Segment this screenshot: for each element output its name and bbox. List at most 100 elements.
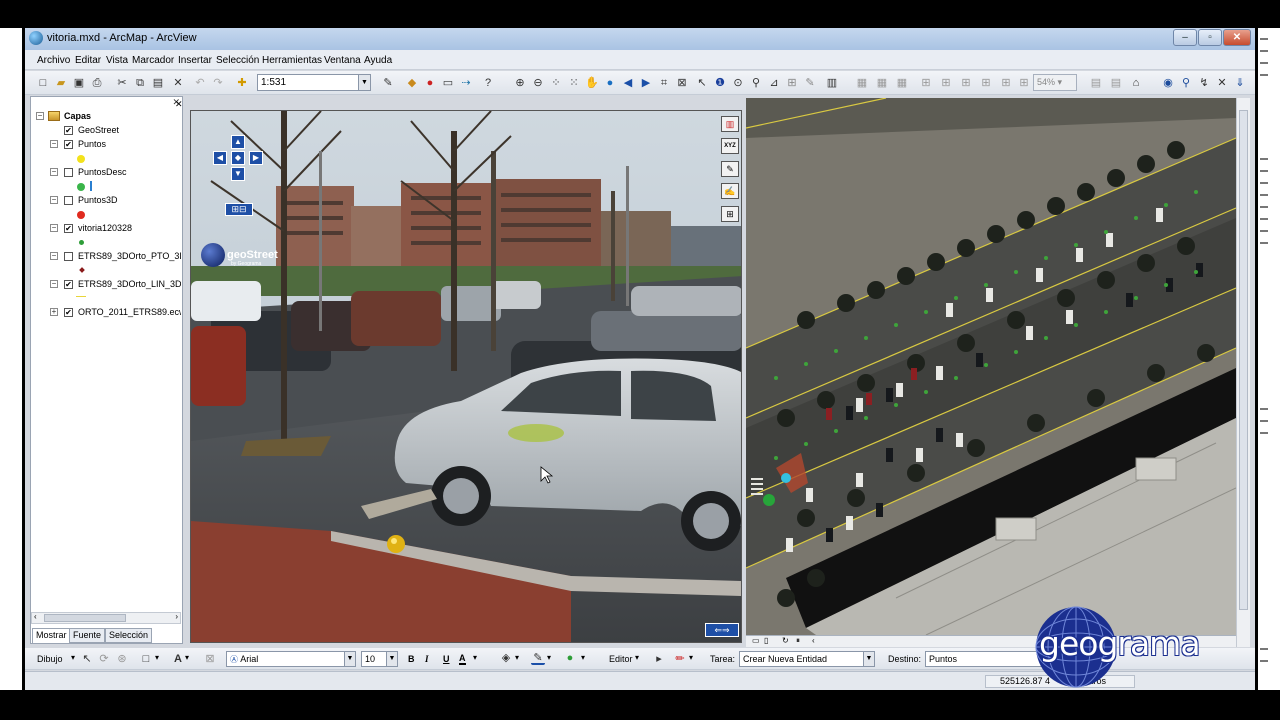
edit-tool-icon[interactable]: ▸ <box>652 652 666 666</box>
pan-icon[interactable]: ✋ <box>585 76 599 90</box>
dibujo-dropdown-icon[interactable]: ▾ <box>71 653 75 662</box>
menu-vista[interactable]: Vista <box>106 55 128 66</box>
select-pointer-icon[interactable]: ↖ <box>80 652 94 666</box>
toolbox-red-icon[interactable]: ● <box>423 76 437 90</box>
map-view[interactable] <box>746 98 1236 635</box>
new-file-icon[interactable]: □ <box>36 76 50 90</box>
edit-vertices-icon[interactable]: ⊠ <box>203 652 217 666</box>
collapse-icon[interactable]: − <box>36 112 44 120</box>
cut-icon[interactable]: ✂ <box>115 76 129 90</box>
layout-tool-1-icon[interactable]: ▦ <box>855 76 869 90</box>
streetview-tool-5-icon[interactable]: ⊞ <box>721 206 739 222</box>
map-scale-combo[interactable]: 1:531 ▼ <box>257 74 371 91</box>
pan-right-icon[interactable]: ▶ <box>249 151 263 165</box>
zoom-buttons[interactable]: ⊞⊟ <box>225 203 253 216</box>
layer-checkbox[interactable] <box>64 196 73 205</box>
tool-c-icon[interactable]: ▥ <box>825 76 839 90</box>
photo-nav-arrows-icon[interactable]: ⇐⇒ <box>705 623 739 637</box>
layout-tool-8-icon[interactable]: ⊞ <box>999 76 1013 90</box>
layout-tool-4-icon[interactable]: ⊞ <box>919 76 933 90</box>
model-icon[interactable]: ⇢ <box>459 76 473 90</box>
layout-tool-11-icon[interactable]: ▤ <box>1109 76 1123 90</box>
map-vertical-scrollbar[interactable] <box>1236 98 1250 647</box>
fixed-zoom-in-icon[interactable]: ⁘ <box>549 76 563 90</box>
menu-insertar[interactable]: Insertar <box>178 55 212 66</box>
scroll-thumb[interactable] <box>44 614 126 622</box>
dibujo-menu[interactable]: Dibujo <box>37 654 63 664</box>
editor-dropdown-icon[interactable]: ▾ <box>635 653 639 662</box>
pan-navigation-control[interactable]: ▲ ◀ ◆ ▶ ▼ <box>213 135 263 183</box>
layout-tool-2-icon[interactable]: ▦ <box>875 76 889 90</box>
marker-color-dropdown-icon[interactable]: ▾ <box>581 653 585 662</box>
fill-color-dropdown-icon[interactable]: ▾ <box>515 653 519 662</box>
geostreet-globe-icon[interactable]: ◉ <box>1161 76 1175 90</box>
scroll-right-icon[interactable]: › <box>175 612 178 621</box>
editor-menu[interactable]: Editor <box>609 654 633 664</box>
layer-checkbox[interactable]: ✔ <box>64 308 73 317</box>
tab-fuente[interactable]: Fuente <box>69 628 106 643</box>
measure-icon[interactable]: ⊿ <box>767 76 781 90</box>
geostreet-search-icon[interactable]: ⚲ <box>1179 76 1193 90</box>
zoom-out-icon[interactable]: ⊖ <box>531 76 545 90</box>
scroll-left-icon[interactable]: ‹ <box>34 612 37 621</box>
toc-layer-etrs89-pto[interactable]: − ETRS89_3DOrto_PTO_3D <box>31 249 181 263</box>
menu-ventana[interactable]: Ventana <box>324 55 361 66</box>
toc-horizontal-scrollbar[interactable]: ‹ › <box>31 612 181 624</box>
tab-seleccion[interactable]: Selección <box>105 628 153 643</box>
collapse-icon[interactable]: − <box>50 196 58 204</box>
editor-toolbar-icon[interactable]: ✎ <box>381 76 395 90</box>
font-color-button[interactable]: A <box>459 654 466 665</box>
clear-selection-icon[interactable]: ⊠ <box>675 76 689 90</box>
copy-icon[interactable]: ⧉ <box>133 76 147 90</box>
line-color-dropdown-icon[interactable]: ▾ <box>547 653 551 662</box>
close-button[interactable]: ✕ <box>1223 29 1251 46</box>
menu-seleccion[interactable]: Selección <box>216 55 259 66</box>
rotate-icon[interactable]: ⟳ <box>97 652 111 666</box>
sketch-dropdown-icon[interactable]: ▾ <box>689 653 693 662</box>
select-elements-icon[interactable]: ↖ <box>695 76 709 90</box>
data-view-icon[interactable]: ▭ <box>752 636 760 645</box>
tool-b-icon[interactable]: ✎ <box>803 76 817 90</box>
back-extent-icon[interactable]: ◀ <box>621 76 635 90</box>
menu-herramientas[interactable]: Herramientas <box>262 55 322 66</box>
text-tool-icon[interactable]: A <box>171 652 185 666</box>
open-folder-icon[interactable]: ▰ <box>54 76 68 90</box>
layout-tool-9-icon[interactable]: ⊞ <box>1017 76 1031 90</box>
layout-tool-3-icon[interactable]: ▦ <box>895 76 909 90</box>
delete-icon[interactable]: ✕ <box>171 76 185 90</box>
layout-tool-10-icon[interactable]: ▤ <box>1089 76 1103 90</box>
layer-checkbox[interactable] <box>64 252 73 261</box>
geostreet-panorama-view[interactable]: ▲ ◀ ◆ ▶ ▼ ⊞⊟ geoStreet by Geograma ▥ XYZ… <box>190 110 742 643</box>
destino-combo[interactable]: Puntos <box>925 651 1045 667</box>
map-scroll-left-icon[interactable]: ‹ <box>812 636 815 645</box>
xyz-tool-icon[interactable]: XYZ <box>721 138 739 154</box>
pan-up-icon[interactable]: ▲ <box>231 135 245 149</box>
layer-checkbox[interactable]: ✔ <box>64 126 73 135</box>
streetview-close-icon[interactable]: ✕ <box>175 99 183 110</box>
geostreet-tool-2-icon[interactable]: ↯ <box>1197 76 1211 90</box>
geostreet-tool-icon[interactable]: ⌂ <box>1129 76 1143 90</box>
menu-editar[interactable]: Editar <box>75 55 101 66</box>
geostreet-down-icon[interactable]: ⇓ <box>1233 76 1247 90</box>
paste-icon[interactable]: ▤ <box>151 76 165 90</box>
whats-this-icon[interactable]: ? <box>481 76 495 90</box>
italic-button[interactable]: I <box>425 654 429 664</box>
fixed-zoom-out-icon[interactable]: ⁙ <box>567 76 581 90</box>
tool-a-icon[interactable]: ⊞ <box>785 76 799 90</box>
undo-icon[interactable]: ↶ <box>193 76 207 90</box>
streetview-tool-1-icon[interactable]: ▥ <box>721 116 739 132</box>
collapse-icon[interactable]: − <box>50 140 58 148</box>
collapse-icon[interactable]: − <box>50 280 58 288</box>
pan-down-icon[interactable]: ▼ <box>231 167 245 181</box>
find-icon[interactable]: ⊙ <box>731 76 745 90</box>
geostreet-close-icon[interactable]: ✕ <box>1215 76 1229 90</box>
layout-zoom-combo[interactable]: 54% ▾ <box>1033 74 1077 91</box>
streetview-tool-3-icon[interactable]: ✎ <box>721 161 739 177</box>
collapse-icon[interactable]: − <box>50 224 58 232</box>
hyperlink-icon[interactable]: ⚲ <box>749 76 763 90</box>
scroll-thumb[interactable] <box>1239 110 1248 610</box>
tarea-combo[interactable]: Crear Nueva Entidad ▼ <box>739 651 875 667</box>
toc-layer-orto[interactable]: + ✔ ORTO_2011_ETRS89.ecw <box>31 305 181 319</box>
menu-archivo[interactable]: Archivo <box>37 55 70 66</box>
underline-button[interactable]: U <box>443 654 450 664</box>
